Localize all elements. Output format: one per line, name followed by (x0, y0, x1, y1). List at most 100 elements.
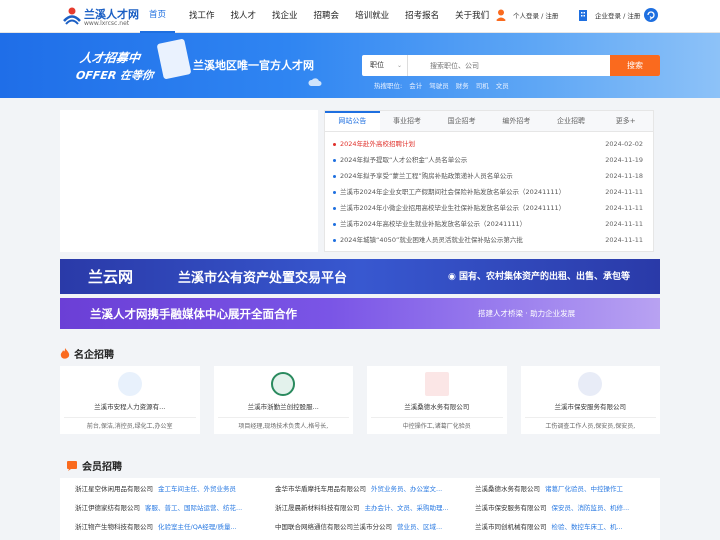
company-name[interactable]: 兰溪市安程人力资源有... (60, 401, 200, 411)
member-jobs[interactable]: 外贸业务员、办公室文... (371, 485, 442, 493)
member-company[interactable]: 金华市华盾摩托车用品有限公司 (275, 485, 366, 493)
nav-home[interactable]: 首页 (140, 0, 175, 33)
nav-about[interactable]: 关于我们 (447, 0, 497, 33)
company-name[interactable]: 兰溪市保安服务有限公司 (521, 401, 661, 411)
company-card[interactable]: 兰溪市浙勤兰创控股服... 项目经理,现场技术负责人,格号长, (213, 366, 354, 434)
news-item[interactable]: 2024年拟予享受“蒙兰工程”购房补贴政策递补人员名单公示 2024-11-18 (333, 168, 643, 184)
news-item[interactable]: 2024年赴外高校招聘计划 2024-02-02 (333, 136, 643, 152)
company-jobs: 工伤调查工作人员,保安员,保安员, (524, 417, 656, 430)
member-jobs[interactable]: 金工车间主任、外贸业务员 (158, 485, 236, 493)
news-title[interactable]: 2024年城镇“4050”就业困难人员灵活就业社保补贴公示第六批 (333, 232, 523, 248)
member-company[interactable]: 兰溪桑德水务有限公司 (475, 485, 540, 493)
news-item[interactable]: 兰溪市2024年高校毕业生就业补贴发放名单公示（20241111） 2024-11… (333, 216, 643, 232)
asset-platform-ad[interactable]: 兰云网 兰溪市公有资产处置交易平台 ◉ 国有、农村集体资产的出租、出售、承包等 (60, 259, 660, 294)
nav-find-company[interactable]: 找企业 (264, 0, 306, 33)
member-entry[interactable]: 兰溪市同创机械有限公司 检验、数控车床工、机... (460, 518, 660, 535)
member-jobs[interactable]: 诸葛厂化验员、中控操作工 (545, 485, 623, 493)
member-entry[interactable]: 兰溪市保安服务有限公司 保安员、消防监员、机修... (460, 499, 660, 516)
news-title[interactable]: 兰溪市2024年高校毕业生就业补贴发放名单公示（20241111） (333, 216, 526, 232)
news-date: 2024-11-11 (605, 204, 643, 212)
company-jobs: 中控操作工,诸葛厂化验员 (371, 417, 503, 430)
nav-find-talent[interactable]: 找人才 (223, 0, 265, 33)
personal-login[interactable]: 个人登录 / 注册 (494, 8, 558, 22)
tab-contract-exam[interactable]: 编外招考 (489, 111, 544, 131)
member-entry[interactable]: 兰溪桑德水务有限公司 诸葛厂化验员、中控操作工 (460, 480, 660, 497)
hot-item[interactable]: 会计 (409, 80, 422, 90)
nav-find-job[interactable]: 找工作 (181, 0, 223, 33)
member-company[interactable]: 浙江晟晨新材料科技有限公司 (275, 504, 360, 512)
hero-banner: 人才招募中 OFFER 在等你 兰溪地区唯一官方人才网 职位 ⌄ 搜索 热搜职位… (0, 33, 720, 98)
user-icon (495, 9, 507, 21)
refresh-icon[interactable] (644, 8, 659, 22)
site-logo[interactable]: 兰溪人才网 www.lxrcsc.net (62, 4, 142, 30)
company-logo (271, 372, 296, 396)
news-date: 2024-11-11 (605, 236, 643, 244)
hot-item[interactable]: 财务 (456, 80, 469, 90)
member-company[interactable]: 浙江伊德家纺有限公司 (75, 504, 140, 512)
member-jobs[interactable]: 保安员、消防监员、机修... (552, 504, 630, 512)
member-entry[interactable]: 浙江伊德家纺有限公司 客服、普工、国际站运营、纺花... (60, 499, 260, 516)
member-company[interactable]: 浙江星空休闲用品有限公司 (75, 485, 153, 493)
member-company[interactable]: 浙江物产生物科技有限公司 (75, 523, 153, 531)
news-panel: 网站公告 事业招考 国企招考 编外招考 企业招聘 更多+ 2024年赴外高校招聘… (324, 110, 654, 252)
tab-company-hiring[interactable]: 企业招聘 (544, 111, 599, 131)
member-jobs[interactable]: 营业员、区域... (397, 523, 442, 531)
member-entry[interactable]: 浙江物产生物科技有限公司 化验室主任/QA经理/质量... (60, 518, 260, 535)
carousel-area[interactable] (60, 110, 318, 252)
member-jobs[interactable]: 化验室主任/QA经理/质量... (158, 523, 237, 531)
member-entry[interactable]: 金华市华盾摩托车用品有限公司 外贸业务员、办公室文... (260, 480, 460, 497)
nav-job-fair[interactable]: 招聘会 (306, 0, 348, 33)
search-button[interactable]: 搜索 (610, 55, 660, 76)
news-item[interactable]: 兰溪市2024年企业女职工产假期间社会保险补贴发放名单公示（20241111） 2… (333, 184, 643, 200)
company-card[interactable]: 兰溪市保安服务有限公司 工伤调查工作人员,保安员,保安员, (520, 366, 661, 434)
company-login[interactable]: 企业登录 / 注册 (576, 8, 659, 22)
nav-training[interactable]: 培训就业 (347, 0, 397, 33)
news-list: 2024年赴外高校招聘计划 2024-02-02 2024年拟予提取“人才公积金”… (325, 132, 653, 248)
member-entry[interactable]: 浙江星空休闲用品有限公司 金工车间主任、外贸业务员 (60, 480, 260, 497)
hot-item[interactable]: 驾驶员 (429, 80, 449, 90)
member-entry[interactable]: 中国联合网络通信有限公司兰溪市分公司 营业员、区域... (260, 518, 460, 535)
company-name[interactable]: 兰溪市浙勤兰创控股服... (214, 401, 354, 411)
promo-line1: 人才招募中 (78, 51, 141, 65)
personal-login-link[interactable]: 个人登录 / 注册 (513, 10, 558, 20)
company-login-link[interactable]: 企业登录 / 注册 (595, 10, 640, 20)
hot-item[interactable]: 司机 (476, 80, 489, 90)
member-jobs[interactable]: 检验、数控车床工、机... (552, 523, 623, 531)
news-item[interactable]: 兰溪市2024年小微企业招用高校毕业生社保补贴发放名单公示（20241111） 2… (333, 200, 643, 216)
ad1-logo: 兰云网 (88, 268, 134, 286)
logo-url: www.lxrcsc.net (84, 20, 130, 27)
member-company[interactable]: 兰溪市同创机械有限公司 (475, 523, 547, 531)
news-title[interactable]: 2024年拟予享受“蒙兰工程”购房补贴政策递补人员名单公示 (333, 168, 513, 184)
member-entry[interactable]: 浙江晟晨新材料科技有限公司 主办会计、文员、采购助理... (260, 499, 460, 516)
hot-label: 热搜职位: (374, 82, 403, 90)
company-card[interactable]: 兰溪桑德水务有限公司 中控操作工,诸葛厂化验员 (367, 366, 507, 434)
member-section-header: 会员招聘 (66, 458, 122, 473)
company-name[interactable]: 兰溪桑德水务有限公司 (367, 401, 507, 411)
tab-announcement[interactable]: 网站公告 (325, 111, 380, 131)
news-date: 2024-11-19 (605, 156, 643, 164)
member-jobs[interactable]: 主办会计、文员、采购助理... (365, 504, 449, 512)
news-item[interactable]: 2024年拟予提取“人才公积金”人员名单公示 2024-11-19 (333, 152, 643, 168)
company-card[interactable]: 兰溪市安程人力资源有... 前台,保洁,消控员,绿化工,办公室 (60, 366, 200, 434)
search-input[interactable] (412, 55, 608, 76)
media-partner-ad[interactable]: 兰溪人才网携手融媒体中心展开全面合作 搭建人才桥梁 · 助力企业发展 (60, 298, 660, 329)
hot-item[interactable]: 文员 (496, 80, 509, 90)
tab-public-exam[interactable]: 事业招考 (380, 111, 435, 131)
news-item[interactable]: 2024年城镇“4050”就业困难人员灵活就业社保补贴公示第六批 2024-11-… (333, 232, 643, 248)
news-date: 2024-11-11 (605, 188, 643, 196)
banner-slogan: 兰溪地区唯一官方人才网 (193, 59, 314, 72)
member-jobs[interactable]: 客服、普工、国际站运营、纺花... (145, 504, 242, 512)
news-title[interactable]: 兰溪市2024年企业女职工产假期间社会保险补贴发放名单公示（20241111） (333, 184, 565, 200)
search-type-select[interactable]: 职位 ⌄ (362, 55, 408, 76)
news-title[interactable]: 2024年赴外高校招聘计划 (333, 136, 415, 152)
member-company[interactable]: 中国联合网络通信有限公司兰溪市分公司 (275, 523, 392, 531)
tab-soe-exam[interactable]: 国企招考 (434, 111, 489, 131)
news-title[interactable]: 兰溪市2024年小微企业招用高校毕业生社保补贴发放名单公示（20241111） (333, 200, 565, 216)
resume-card-illustration (156, 38, 192, 80)
flame-icon (60, 347, 70, 359)
nav-exam-signup[interactable]: 招考报名 (397, 0, 447, 33)
news-title[interactable]: 2024年拟予提取“人才公积金”人员名单公示 (333, 152, 467, 168)
tab-more[interactable]: 更多+ (598, 111, 653, 131)
member-company[interactable]: 兰溪市保安服务有限公司 (475, 504, 547, 512)
member-row: 浙江星空休闲用品有限公司 金工车间主任、外贸业务员 金华市华盾摩托车用品有限公司外… (60, 478, 660, 497)
